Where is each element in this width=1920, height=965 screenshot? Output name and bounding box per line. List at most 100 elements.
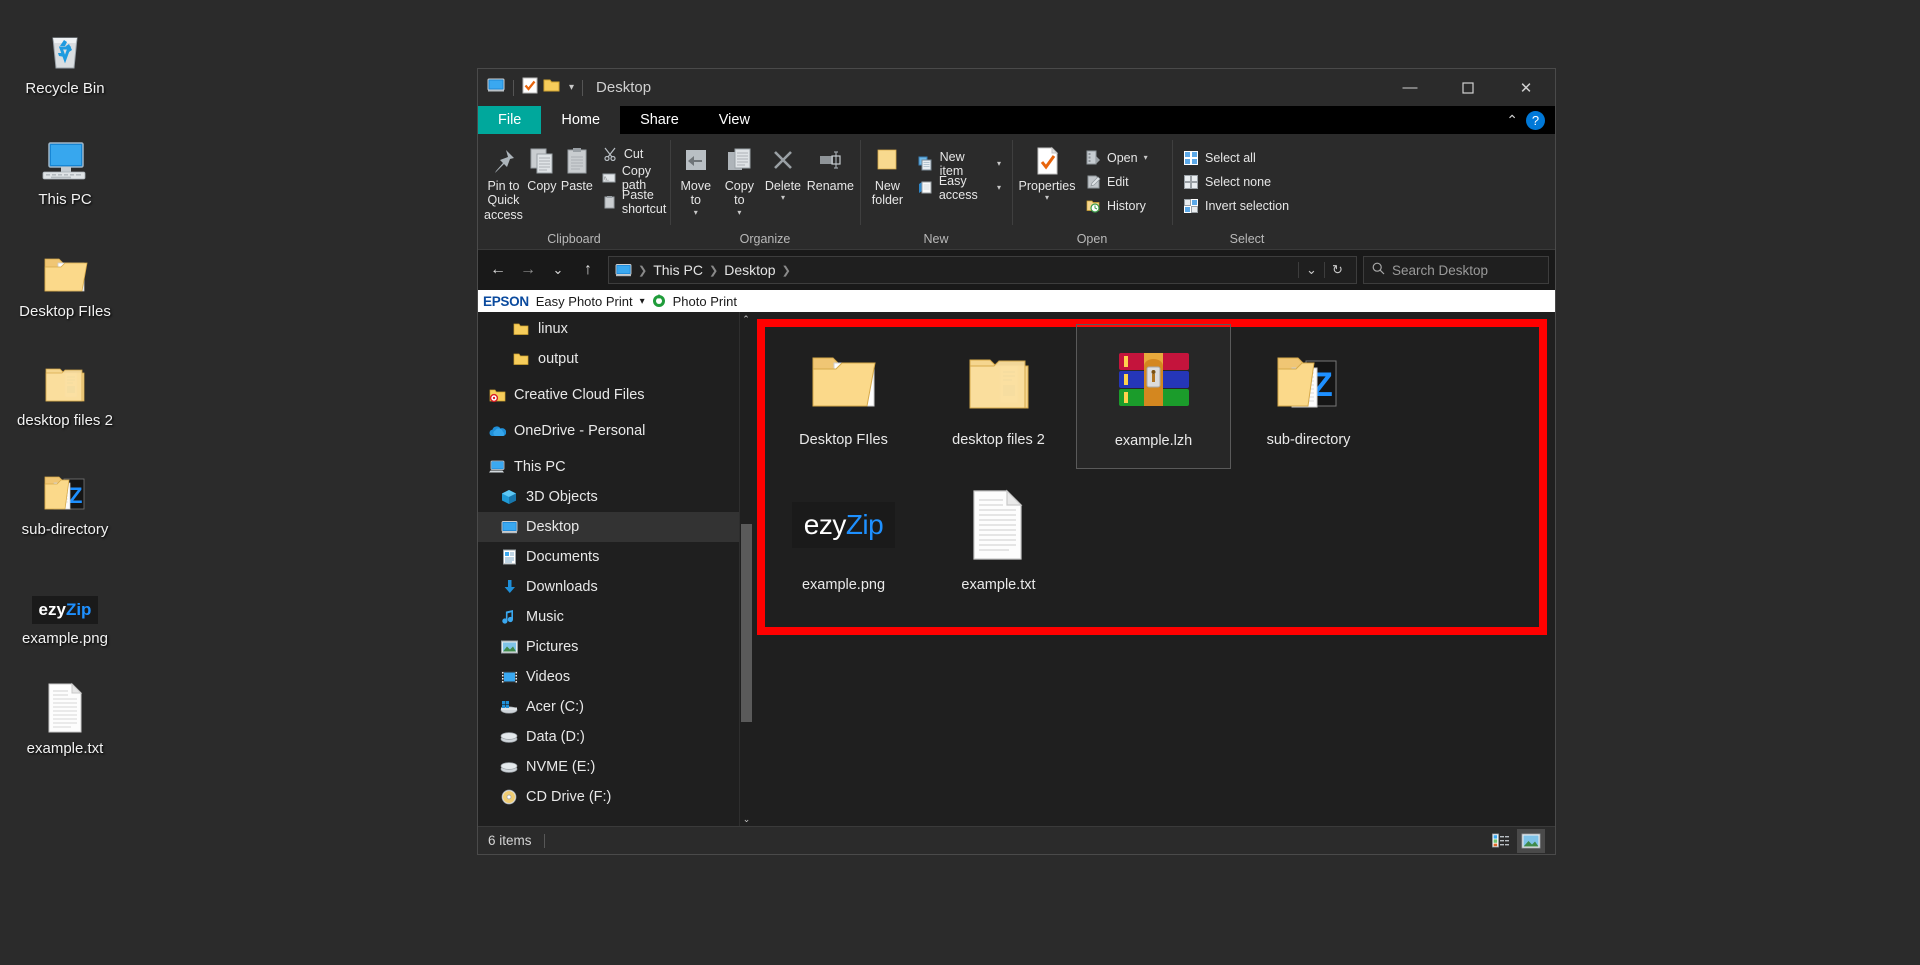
tree-item-music[interactable]: Music — [478, 602, 752, 632]
back-button[interactable]: ← — [484, 256, 512, 284]
scrollbar-thumb[interactable] — [741, 524, 752, 722]
tree-item-onedrive-personal[interactable]: OneDrive - Personal — [478, 416, 752, 446]
navpane-scrollbar[interactable]: ⌃ ⌄ — [739, 312, 752, 826]
tree-item-pictures[interactable]: Pictures — [478, 632, 752, 662]
easy-access-button[interactable]: Easy access ▾ — [915, 177, 1004, 198]
tree-item-nvme-e[interactable]: NVME (E:) — [478, 752, 752, 782]
breadcrumb-item-desktop[interactable]: Desktop — [724, 262, 775, 278]
tab-share[interactable]: Share — [620, 106, 699, 134]
open-button[interactable]: Open ▾ — [1082, 147, 1151, 168]
chevron-down-icon[interactable]: ▾ — [694, 208, 698, 217]
file-list-view[interactable]: Desktop FIles desktop files 2 — [752, 312, 1555, 826]
desktop-icon-example-txt[interactable]: example.txt — [0, 670, 130, 757]
new-folder-button[interactable]: New folder — [864, 141, 911, 210]
cut-button[interactable]: Cut — [599, 143, 671, 164]
chevron-down-icon[interactable]: ▾ — [1144, 153, 1148, 162]
breadcrumb-root-icon[interactable] — [615, 263, 632, 278]
paste-button[interactable]: Paste — [559, 141, 595, 195]
tree-item-label: Desktop — [526, 519, 579, 535]
properties-icon[interactable] — [522, 77, 538, 99]
open-small-commands: Open ▾ Edit History — [1078, 141, 1155, 216]
desktop-icon-example-png[interactable]: ezyZip example.png — [0, 560, 130, 647]
group-title: New — [864, 229, 1008, 249]
photo-print-button[interactable]: Photo Print — [673, 294, 737, 309]
file-item-example-txt[interactable]: example.txt — [921, 469, 1076, 614]
breadcrumb[interactable]: ❯ This PC ❯ Desktop ❯ ⌄ ↻ — [608, 256, 1357, 284]
copy-button[interactable]: Copy — [525, 141, 559, 195]
move-to-button[interactable]: Move to ▾ — [674, 141, 718, 219]
tree-item-linux[interactable]: linux — [478, 314, 752, 344]
select-none-button[interactable]: Select none — [1180, 171, 1292, 192]
refresh-button[interactable]: ↻ — [1324, 262, 1350, 278]
file-item-example-png[interactable]: ezyZip example.png — [766, 469, 921, 614]
tree-item-output[interactable]: output — [478, 344, 752, 374]
file-item-example-lzh[interactable]: example.lzh — [1076, 324, 1231, 469]
ezyzip-text-a: ezy — [804, 509, 846, 540]
help-button[interactable]: ? — [1526, 111, 1545, 130]
scroll-up-arrow[interactable]: ⌃ — [740, 312, 752, 326]
tree-item-documents[interactable]: Documents — [478, 542, 752, 572]
tree-item-this-pc[interactable]: This PC — [478, 452, 752, 482]
tab-home[interactable]: Home — [541, 106, 620, 134]
chevron-down-icon[interactable]: ▾ — [1045, 193, 1049, 202]
paste-shortcut-icon — [602, 194, 616, 210]
desktop-icon-recycle-bin[interactable]: Recycle Bin — [0, 10, 130, 97]
maximize-button[interactable] — [1439, 69, 1497, 106]
chevron-down-icon[interactable]: ▾ — [997, 183, 1001, 192]
large-icons-view-button[interactable] — [1517, 829, 1545, 853]
breadcrumb-separator[interactable]: ❯ — [778, 264, 795, 277]
new-item-button[interactable]: New item ▾ — [915, 153, 1004, 174]
new-folder-icon — [872, 143, 902, 179]
tree-item-acer-c[interactable]: Acer (C:) — [478, 692, 752, 722]
button-label: Move to — [676, 179, 716, 208]
close-button[interactable]: ✕ — [1497, 69, 1555, 106]
tree-item-3d-objects[interactable]: 3D Objects — [478, 482, 752, 512]
chevron-down-icon[interactable]: ▾ — [737, 208, 741, 217]
tab-file[interactable]: File — [478, 106, 541, 134]
forward-button[interactable]: → — [514, 256, 542, 284]
tree-item-videos[interactable]: Videos — [478, 662, 752, 692]
rename-button[interactable]: Rename — [805, 141, 856, 195]
file-item-desktop-files-2[interactable]: desktop files 2 — [921, 324, 1076, 469]
chevron-down-icon[interactable]: ▾ — [997, 159, 1001, 168]
tree-item-downloads[interactable]: Downloads — [478, 572, 752, 602]
epson-dropdown-caret[interactable]: ▾ — [640, 296, 645, 307]
collapse-ribbon-button[interactable]: ⌃ — [1506, 112, 1518, 129]
rename-icon — [815, 143, 845, 179]
copy-to-button[interactable]: Copy to ▾ — [718, 141, 762, 219]
new-folder-icon[interactable] — [543, 78, 560, 98]
invert-selection-button[interactable]: Invert selection — [1180, 195, 1292, 216]
tab-view[interactable]: View — [699, 106, 770, 134]
select-all-button[interactable]: Select all — [1180, 147, 1292, 168]
file-item-desktop-files[interactable]: Desktop FIles — [766, 324, 921, 469]
copy-path-button[interactable]: \\.. Copy path — [599, 167, 671, 188]
properties-button[interactable]: Properties ▾ — [1016, 141, 1078, 205]
search-input[interactable]: Search Desktop — [1363, 256, 1549, 284]
address-dropdown-button[interactable]: ⌄ — [1298, 262, 1324, 278]
recent-locations-button[interactable]: ⌄ — [544, 256, 572, 284]
edit-button[interactable]: Edit — [1082, 171, 1151, 192]
breadcrumb-item-this-pc[interactable]: This PC — [653, 262, 703, 278]
file-item-sub-directory[interactable]: Z sub-directory — [1231, 324, 1386, 469]
history-button[interactable]: History — [1082, 195, 1151, 216]
paste-shortcut-button[interactable]: Paste shortcut — [599, 191, 671, 212]
chevron-down-icon[interactable]: ▾ — [781, 193, 785, 202]
desktop-icon-sub-directory[interactable]: Z sub-directory — [0, 451, 130, 538]
pin-to-quick-access-button[interactable]: Pin to Quick access — [482, 141, 525, 224]
customize-qat-caret[interactable]: ▾ — [569, 82, 574, 93]
up-button[interactable]: ↑ — [574, 256, 602, 284]
this-pc-icon[interactable] — [487, 77, 505, 98]
status-bar: 6 items — [478, 826, 1555, 854]
scroll-down-arrow[interactable]: ⌄ — [740, 812, 752, 826]
minimize-button[interactable]: — — [1381, 69, 1439, 106]
tree-item-desktop[interactable]: Desktop — [478, 512, 752, 542]
desktop-icon-this-pc[interactable]: This PC — [0, 121, 130, 208]
tree-item-cd-drive-f[interactable]: CD Drive (F:) — [478, 782, 752, 812]
desktop-icon-desktop-files[interactable]: Desktop FIles — [0, 233, 130, 320]
epson-app-name[interactable]: Easy Photo Print — [536, 294, 633, 309]
desktop-icon-desktop-files-2[interactable]: desktop files 2 — [0, 342, 130, 429]
details-view-button[interactable] — [1487, 829, 1515, 853]
tree-item-creative-cloud-files[interactable]: Creative Cloud Files — [478, 380, 752, 410]
tree-item-data-d[interactable]: Data (D:) — [478, 722, 752, 752]
delete-button[interactable]: Delete ▾ — [761, 141, 805, 205]
